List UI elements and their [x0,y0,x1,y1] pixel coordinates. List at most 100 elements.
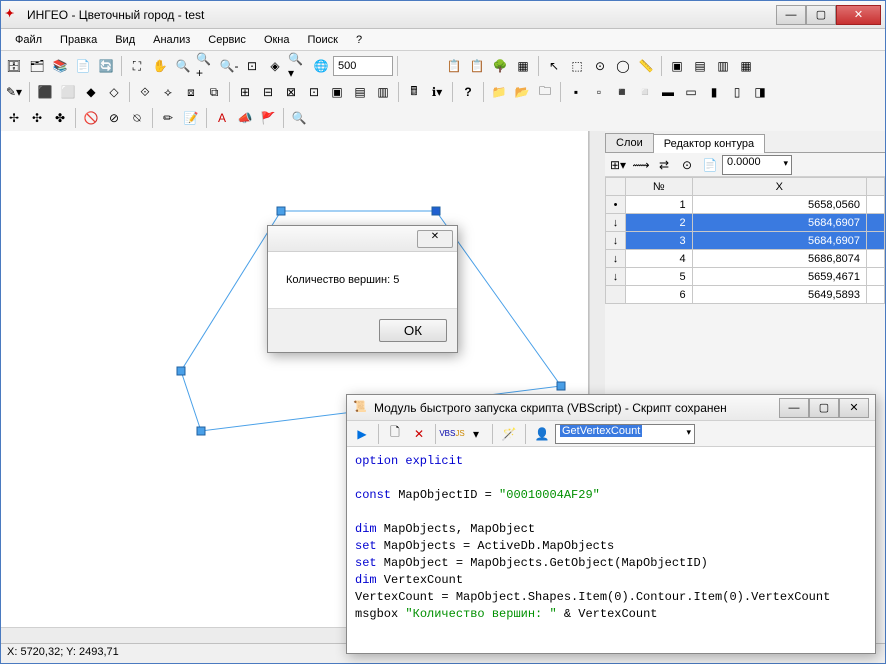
tool-sprkt3-icon[interactable]: ✤ [49,107,71,129]
tool-fld2-icon[interactable]: 📂 [511,81,533,103]
tool-edit2-icon[interactable]: 📝 [180,107,202,129]
tool-g1-icon[interactable]: ▪ [565,81,587,103]
tool-mode1-icon[interactable]: ⟐ [134,81,156,103]
menu-file[interactable]: Файл [7,32,50,48]
tool-paste-icon[interactable]: 📋 [466,55,488,77]
tool-g8-icon[interactable]: ▯ [726,81,748,103]
menu-edit[interactable]: Правка [52,32,105,48]
tool-grid-icon[interactable]: ▦ [512,55,534,77]
tool-globe-icon[interactable]: 🌐 [310,55,332,77]
tool-topo7-icon[interactable]: ▥ [372,81,394,103]
tool-zoom-icon[interactable]: 🔍 [172,55,194,77]
menu-windows[interactable]: Окна [256,32,298,48]
tool-g2-icon[interactable]: ▫ [588,81,610,103]
tool-topo4-icon[interactable]: ⊡ [303,81,325,103]
tool-topo5-icon[interactable]: ▣ [326,81,348,103]
menu-help-icon[interactable]: ? [348,32,370,48]
precision-combo[interactable]: 0.0000 [722,155,792,175]
run-icon[interactable]: ▶ [351,423,373,445]
tool-layer2-icon[interactable]: ▤ [689,55,711,77]
script-name-combo[interactable]: GetVertexCount [555,424,695,444]
tool-edit1-icon[interactable]: ✏ [157,107,179,129]
menu-analysis[interactable]: Анализ [145,32,198,48]
wand-icon[interactable]: 🪄 [498,423,520,445]
tool-help-icon[interactable]: ? [457,81,479,103]
tab-layers[interactable]: Слои [605,133,654,152]
ct-grid-icon[interactable]: ⊞▾ [607,154,629,176]
tool-zoom-rect-icon[interactable]: ⛶ [126,55,148,77]
tool-info-down-icon[interactable]: ℹ▾ [426,81,448,103]
tool-flag-icon[interactable]: 🚩 [257,107,279,129]
tool-g6-icon[interactable]: ▭ [680,81,702,103]
tool-zoom-fit-icon[interactable]: ⊡ [241,55,263,77]
tool-layers-icon[interactable]: 🗂 [26,55,48,77]
tool-topo6-icon[interactable]: ▤ [349,81,371,103]
maximize-button[interactable]: ▢ [806,5,836,25]
tool-sprkt2-icon[interactable]: ✣ [26,107,48,129]
tool-mode2-icon[interactable]: ⟡ [157,81,179,103]
tool-layer1-icon[interactable]: ▣ [666,55,688,77]
tool-refresh-icon[interactable]: 🔄 [95,55,117,77]
tool-zoom-sel-icon[interactable]: ◈ [264,55,286,77]
menu-service[interactable]: Сервис [200,32,254,48]
tool-g7-icon[interactable]: ▮ [703,81,725,103]
minimize-button[interactable]: — [776,5,806,25]
tool-doc-icon[interactable]: 📄 [72,55,94,77]
tool-no2-icon[interactable]: ⊘ [103,107,125,129]
table-row[interactable]: ↓ 3 5684,6907 [606,232,885,250]
tool-announce-icon[interactable]: 📣 [234,107,256,129]
tool-object3-icon[interactable]: ◆ [80,81,102,103]
tool-pointer-icon[interactable]: ↖ [543,55,565,77]
tool-measure-icon[interactable]: 📏 [635,55,657,77]
new-icon[interactable]: 🗋 [384,423,406,445]
table-row[interactable]: ↓ 2 5684,6907 [606,214,885,232]
tool-topo1-icon[interactable]: ⊞ [234,81,256,103]
user-icon[interactable]: 👤 [531,423,553,445]
tool-layer4-icon[interactable]: ▦ [735,55,757,77]
close-button[interactable]: ✕ [836,5,881,25]
script-close-button[interactable]: ✕ [839,398,869,418]
tool-mode3-icon[interactable]: ⧈ [180,81,202,103]
tool-no3-icon[interactable]: ⍉ [126,107,148,129]
tool-object4-icon[interactable]: ◇ [103,81,125,103]
tool-g4-icon[interactable]: ◽ [634,81,656,103]
script-minimize-button[interactable]: — [779,398,809,418]
table-row[interactable]: ↓ 4 5686,8074 [606,250,885,268]
tool-zoom-in-icon[interactable]: 🔍+ [195,55,217,77]
zoom-input[interactable] [333,56,393,76]
ct-zigzag-icon[interactable]: ⟿ [630,154,652,176]
tool-g3-icon[interactable]: ◾ [611,81,633,103]
tool-db-icon[interactable]: 🗄 [3,55,25,77]
menu-search[interactable]: Поиск [300,32,346,48]
tool-selpoint-icon[interactable]: ⊙ [589,55,611,77]
tool-sprkt1-icon[interactable]: ✢ [3,107,25,129]
tool-g9-icon[interactable]: ◨ [749,81,771,103]
delete-icon[interactable]: ✕ [408,423,430,445]
table-row[interactable]: 6 5649,5893 [606,286,885,304]
tool-g5-icon[interactable]: ▬ [657,81,679,103]
table-row[interactable]: • 1 5658,0560 [606,196,885,214]
tool-object1-icon[interactable]: ⬛ [34,81,56,103]
tool-layer3-icon[interactable]: ▥ [712,55,734,77]
dropdown-icon[interactable]: ▾ [465,423,487,445]
vbs-js-icon[interactable]: VBSJS [441,423,463,445]
ok-button[interactable]: ОК [379,319,447,342]
tool-stack-icon[interactable]: 📚 [49,55,71,77]
tab-contour-editor[interactable]: Редактор контура [653,134,765,153]
tool-zoom-out-icon[interactable]: 🔍- [218,55,240,77]
tool-tree-icon[interactable]: 🌳 [489,55,511,77]
tool-zoom-dropdown-icon[interactable]: 🔍▾ [287,55,309,77]
tool-topo2-icon[interactable]: ⊟ [257,81,279,103]
tool-selrect-icon[interactable]: ⬚ [566,55,588,77]
tool-sellasso-icon[interactable]: ◯ [612,55,634,77]
tool-pan-icon[interactable]: ✋ [149,55,171,77]
tool-no1-icon[interactable]: 🚫 [80,107,102,129]
tool-fld1-icon[interactable]: 📁 [488,81,510,103]
tool-search-icon[interactable]: 🔍 [288,107,310,129]
menu-view[interactable]: Вид [107,32,143,48]
ct-node-icon[interactable]: ⊙ [676,154,698,176]
code-editor[interactable]: option explicit const MapObjectID = "000… [347,447,875,653]
script-maximize-button[interactable]: ▢ [809,398,839,418]
messagebox-close-button[interactable]: ✕ [417,230,453,248]
tool-calc-icon[interactable]: 🖩 [403,81,425,103]
